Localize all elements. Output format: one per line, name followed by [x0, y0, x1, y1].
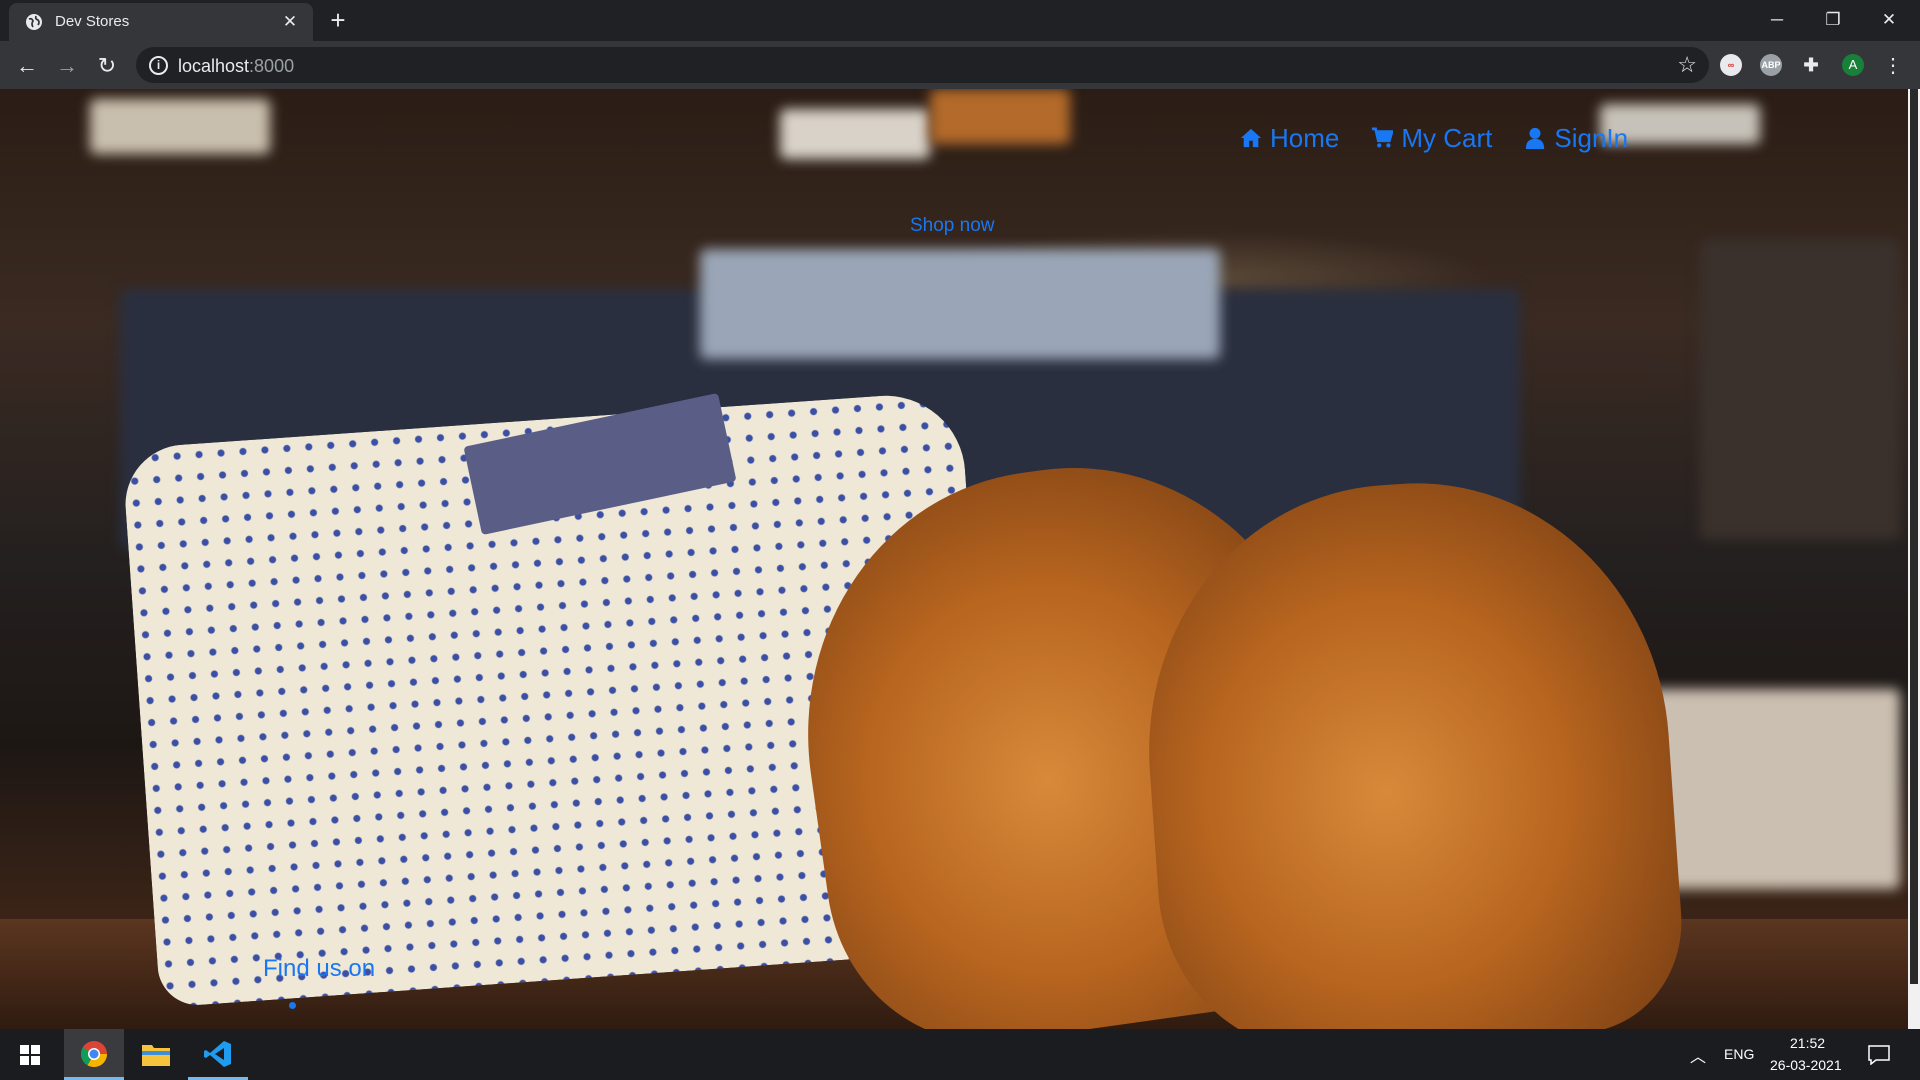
bookmark-star-icon[interactable]: ☆: [1677, 52, 1697, 78]
profile-avatar[interactable]: A: [1842, 54, 1864, 76]
scrollbar-thumb[interactable]: [1910, 89, 1918, 984]
taskbar-chrome[interactable]: [64, 1029, 124, 1080]
start-button[interactable]: [0, 1029, 60, 1080]
taskbar-vscode[interactable]: [188, 1029, 248, 1080]
find-us-heading: Find us on: [263, 955, 376, 982]
nav-home-link[interactable]: Home: [1240, 118, 1339, 158]
minimize-button[interactable]: ─: [1754, 4, 1800, 36]
tray-chevron-icon[interactable]: ︿: [1690, 1043, 1706, 1067]
user-icon: [1526, 127, 1545, 149]
site-info-icon[interactable]: i: [149, 56, 168, 75]
tab-strip: Dev Stores ✕ + ─ ❐ ✕: [0, 0, 1920, 41]
folder-icon: [142, 1045, 170, 1066]
nav-cart-link[interactable]: My Cart: [1371, 118, 1492, 158]
cart-icon: [1372, 127, 1394, 148]
page-scrollbar[interactable]: [1908, 89, 1920, 1029]
windows-icon: [20, 1045, 40, 1065]
shop-now-link[interactable]: Shop now: [910, 215, 995, 237]
home-icon: [1240, 128, 1262, 148]
globe-icon: [26, 14, 42, 30]
close-tab-icon[interactable]: ✕: [279, 11, 301, 33]
page-viewport: Home My Cart SignIn Shop now Find us on: [0, 89, 1920, 1029]
find-us-list-bullet: [289, 1002, 296, 1009]
address-bar[interactable]: i localhost:8000 ☆: [136, 47, 1709, 83]
restore-button[interactable]: ❐: [1810, 4, 1856, 36]
language-indicator[interactable]: ENG: [1724, 1046, 1754, 1062]
clock-date[interactable]: 26-03-2021: [1770, 1057, 1842, 1073]
close-window-button[interactable]: ✕: [1866, 4, 1912, 36]
clock-time[interactable]: 21:52: [1790, 1035, 1825, 1051]
taskbar-file-explorer[interactable]: [126, 1029, 186, 1080]
url-text: localhost:8000: [178, 56, 295, 76]
notification-icon[interactable]: [1868, 1045, 1890, 1065]
forward-button[interactable]: →: [52, 51, 82, 81]
chrome-icon: [80, 1041, 108, 1068]
site-nav: Home My Cart SignIn: [1240, 118, 1628, 158]
browser-tab[interactable]: Dev Stores ✕: [9, 3, 313, 41]
menu-kebab-icon[interactable]: ⋮: [1878, 51, 1908, 81]
glasses-extension-icon[interactable]: ∞: [1720, 54, 1742, 76]
browser-toolbar: ← → ↻ i localhost:8000 ☆ ∞ ABP ✚ A ⋮: [0, 41, 1920, 89]
reload-button[interactable]: ↻: [92, 51, 122, 81]
back-button[interactable]: ←: [12, 51, 42, 81]
tab-title: Dev Stores: [55, 13, 130, 30]
new-tab-button[interactable]: +: [325, 7, 351, 33]
vscode-icon: [204, 1041, 231, 1067]
puzzle-extensions-icon[interactable]: ✚: [1800, 54, 1822, 76]
adblock-extension-icon[interactable]: ABP: [1760, 54, 1782, 76]
taskbar: ︿ ENG 21:52 26-03-2021: [0, 1029, 1920, 1080]
nav-signin-link[interactable]: SignIn: [1524, 118, 1628, 158]
